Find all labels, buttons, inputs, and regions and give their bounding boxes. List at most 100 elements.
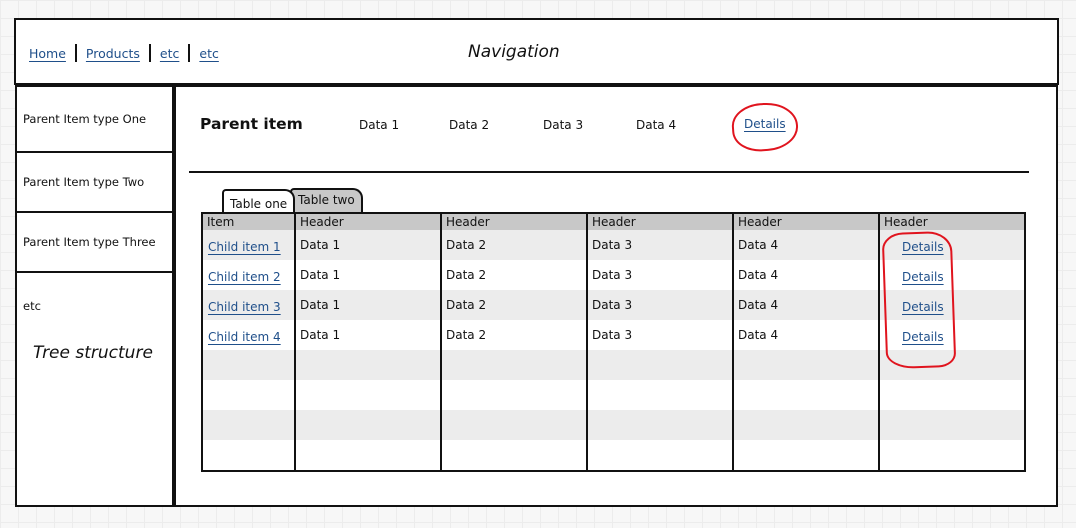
table-cell: Data 1 <box>296 320 442 350</box>
table-cell <box>203 410 296 440</box>
table-cell <box>296 380 442 410</box>
column-header: Header <box>884 215 928 229</box>
table-cell: Data 2 <box>442 290 588 320</box>
details-link[interactable]: Details <box>902 238 944 254</box>
data-table: Item Header Header Header Header Header … <box>201 212 1026 472</box>
table-cell: Details <box>880 290 1024 320</box>
table-cell: Child item 4 <box>203 320 296 350</box>
table-cell: Details <box>880 320 1024 350</box>
table-cell: Data 3 <box>588 230 734 260</box>
child-item-link[interactable]: Child item 1 <box>208 238 281 254</box>
divider <box>189 171 1029 173</box>
table-cell <box>203 380 296 410</box>
cell-value: Data 4 <box>738 328 779 342</box>
table-row: Child item 1 Data 1 Data 2 Data 3 Data 4 Deta… <box>203 230 1024 260</box>
nav-link-home[interactable]: Home <box>29 46 66 61</box>
table-cell <box>203 350 296 380</box>
details-link[interactable]: Details <box>902 298 944 314</box>
table-header-row: Item Header Header Header Header Header <box>203 214 1024 230</box>
table-cell <box>442 380 588 410</box>
child-item-link[interactable]: Child item 3 <box>208 298 281 314</box>
table-cell: Data 1 <box>296 290 442 320</box>
cell-value: Data 4 <box>738 298 779 312</box>
table-cell: Data 3 <box>588 290 734 320</box>
separator <box>74 44 77 62</box>
table-cell: Data 4 <box>734 260 880 290</box>
table-row: Child item 4 Data 1 Data 2 Data 3 Data 4 Deta… <box>203 320 1024 350</box>
sidebar-item-type-two[interactable]: Parent Item type Two <box>17 153 172 213</box>
table-cell <box>588 380 734 410</box>
table-cell: Data 4 <box>734 230 880 260</box>
cell-value: Data 1 <box>300 298 341 312</box>
empty-table-row <box>203 350 1024 380</box>
sidebar-item-label: Parent Item type Two <box>23 175 145 189</box>
cell-value: Data 1 <box>300 238 341 252</box>
table-cell <box>734 410 880 440</box>
table-cell <box>880 350 1024 380</box>
sidebar-item-type-one[interactable]: Parent Item type One <box>17 87 172 153</box>
column-header: Header <box>734 214 880 230</box>
parent-data-3: Data 3 <box>543 118 584 132</box>
child-item-link[interactable]: Child item 4 <box>208 328 281 344</box>
cell-value: Data 1 <box>300 328 341 342</box>
table-cell <box>588 350 734 380</box>
parent-data-2: Data 2 <box>449 118 490 132</box>
empty-table-row <box>203 380 1024 410</box>
separator <box>148 44 151 62</box>
child-item-link[interactable]: Child item 2 <box>208 268 281 284</box>
details-link[interactable]: Details <box>902 328 944 344</box>
cell-value: Data 2 <box>446 238 487 252</box>
table-cell: Data 4 <box>734 320 880 350</box>
parent-data-1: Data 1 <box>359 118 400 132</box>
sidebar-item-type-three[interactable]: Parent Item type Three <box>17 213 172 273</box>
column-header: Header <box>296 214 442 230</box>
table-cell <box>296 410 442 440</box>
separator <box>188 44 191 62</box>
sidebar-tree: Parent Item type One Parent Item type Tw… <box>15 85 174 507</box>
table-cell: Data 1 <box>296 260 442 290</box>
navigation-bar: Home Products etc etc Navigation <box>14 18 1059 85</box>
table-cell: Data 3 <box>588 260 734 290</box>
sidebar-item-etc[interactable]: etc <box>23 299 41 313</box>
tab-table-two[interactable]: Table two <box>290 188 363 212</box>
sidebar-item-label: Parent Item type One <box>23 112 147 126</box>
table-cell: Child item 1 <box>203 230 296 260</box>
parent-details-link[interactable]: Details <box>744 117 786 131</box>
table-cell: Data 2 <box>442 320 588 350</box>
cell-value: Data 3 <box>592 238 633 252</box>
table-cell <box>734 350 880 380</box>
navigation-label: Navigation <box>468 42 560 62</box>
nav-link-products[interactable]: Products <box>86 46 140 61</box>
table-cell: Data 2 <box>442 260 588 290</box>
sidebar-item-label: Parent Item type Three <box>23 235 156 249</box>
cell-value: Data 1 <box>300 268 341 282</box>
table-cell: Details <box>880 230 1024 260</box>
details-link[interactable]: Details <box>902 268 944 284</box>
cell-value: Data 4 <box>738 268 779 282</box>
empty-table-row <box>203 440 1024 470</box>
nav-link-etc-1[interactable]: etc <box>160 46 179 61</box>
cell-value: Data 3 <box>592 298 633 312</box>
column-header: Header <box>588 214 734 230</box>
nav-link-etc-2[interactable]: etc <box>199 46 218 61</box>
cell-value: Data 2 <box>446 328 487 342</box>
table-cell: Data 2 <box>442 230 588 260</box>
table-cell: Details <box>880 260 1024 290</box>
table-cell: Data 4 <box>734 290 880 320</box>
table-cell <box>203 440 296 470</box>
tree-structure-label: Tree structure <box>33 343 153 363</box>
table-cell <box>296 350 442 380</box>
table-cell <box>880 440 1024 470</box>
table-cell <box>442 440 588 470</box>
parent-data-4: Data 4 <box>636 118 677 132</box>
table-cell <box>442 410 588 440</box>
table-cell: Data 1 <box>296 230 442 260</box>
cell-value: Data 4 <box>738 238 779 252</box>
table-cell: Child item 3 <box>203 290 296 320</box>
table-row: Child item 2 Data 1 Data 2 Data 3 Data 4 Deta… <box>203 260 1024 290</box>
cell-value: Data 3 <box>592 268 633 282</box>
table-cell <box>880 410 1024 440</box>
parent-item-title: Parent item <box>200 115 303 133</box>
breadcrumb: Home Products etc etc <box>29 44 219 62</box>
column-header: Header <box>442 214 588 230</box>
